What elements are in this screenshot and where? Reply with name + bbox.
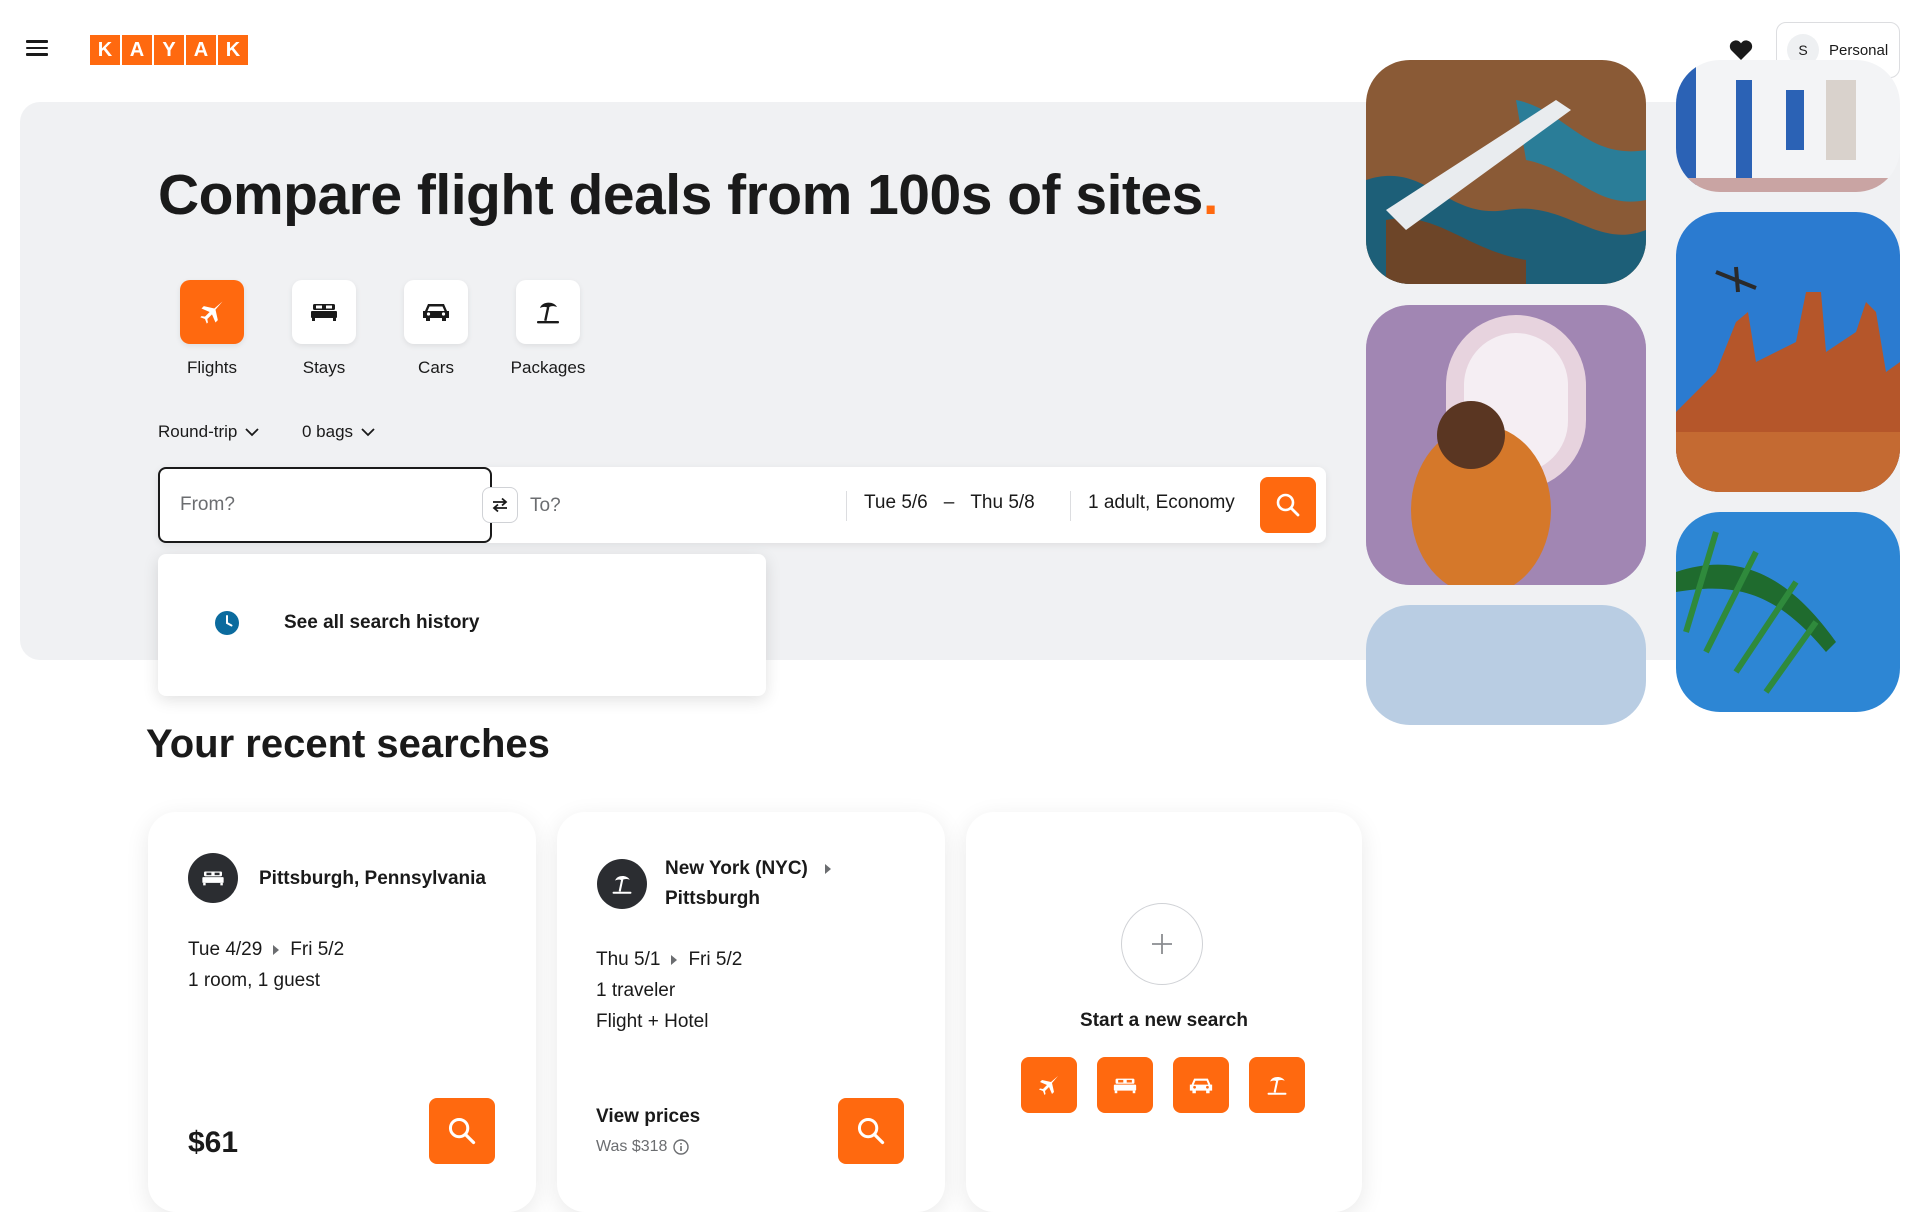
kayak-logo[interactable]: K A Y A K [90, 35, 248, 65]
new-car-search-button[interactable] [1173, 1057, 1229, 1113]
new-stay-search-button[interactable] [1097, 1057, 1153, 1113]
origin-input[interactable] [158, 467, 492, 543]
blue-houses-photo [1676, 60, 1900, 192]
card-title: New York (NYC) Pittsburgh [665, 854, 832, 914]
destination-input[interactable] [528, 470, 832, 542]
search-button[interactable] [1260, 477, 1316, 533]
page-title: Compare flight deals from 100s of sites. [158, 162, 1219, 228]
beach-umbrella-icon [1267, 1076, 1287, 1095]
tab-cars[interactable]: Cars [388, 280, 484, 378]
search-icon [1276, 493, 1300, 517]
search-icon [857, 1117, 885, 1145]
origin-city: New York (NYC) [665, 858, 808, 879]
search-history-link[interactable]: See all search history [214, 610, 479, 636]
new-search-label: Start a new search [1080, 1010, 1248, 1031]
card-detail: Flight + Hotel [596, 1011, 709, 1032]
logo-letter: Y [154, 35, 184, 65]
depart-date: Tue 5/6 [864, 492, 928, 513]
title-text: Compare flight deals from 100s of sites [158, 163, 1203, 227]
card-search-button[interactable] [838, 1098, 904, 1164]
trip-type-label: Round-trip [158, 422, 238, 441]
beach-umbrella-icon [516, 280, 580, 344]
tab-packages[interactable]: Packages [500, 280, 596, 378]
was-price: Was $318 [596, 1138, 690, 1156]
new-package-search-button[interactable] [1249, 1057, 1305, 1113]
history-label: See all search history [284, 612, 480, 633]
card-dates: Tue 4/29 Fri 5/2 [188, 935, 344, 965]
destination-city: Pittsburgh [665, 888, 760, 909]
card-title: Pittsburgh, Pennsylvania [259, 868, 486, 889]
airplane-window-photo [1366, 305, 1646, 585]
date-separator: – [943, 492, 955, 513]
search-icon [448, 1117, 476, 1145]
travelers-selector[interactable]: 1 adult, Economy [1088, 492, 1235, 514]
new-flight-search-button[interactable] [1021, 1057, 1077, 1113]
palm-leaf-photo [1676, 512, 1900, 712]
card-price: $61 [188, 1126, 239, 1159]
caret-right-icon [671, 955, 678, 965]
tab-stays[interactable]: Stays [276, 280, 372, 378]
return-date: Thu 5/8 [970, 492, 1035, 513]
divider [1070, 491, 1071, 521]
tab-label: Cars [418, 358, 454, 377]
bags-label: 0 bags [302, 422, 354, 441]
caret-right-icon [273, 945, 280, 955]
tab-label: Stays [302, 358, 346, 377]
tab-label: Flights [186, 358, 238, 377]
info-icon[interactable] [673, 1139, 690, 1155]
chevron-down-icon [245, 427, 260, 436]
tab-label: Packages [510, 358, 586, 377]
sky-photo [1366, 605, 1646, 725]
logo-letter: A [122, 35, 152, 65]
aerial-river-photo [1366, 60, 1646, 284]
date-from: Tue 4/29 [188, 939, 263, 960]
clock-icon [215, 611, 239, 635]
date-to: Fri 5/2 [688, 949, 743, 970]
car-icon [1189, 1078, 1213, 1093]
title-accent-dot: . [1202, 163, 1219, 227]
plus-icon[interactable] [1121, 903, 1203, 985]
date-from: Thu 5/1 [596, 949, 661, 970]
tab-flights[interactable]: Flights [164, 280, 260, 378]
plane-icon [180, 280, 244, 344]
bags-dropdown[interactable]: 0 bags [302, 422, 375, 442]
chevron-down-icon [361, 427, 375, 436]
view-prices-label: View prices [596, 1106, 701, 1127]
logo-letter: A [186, 35, 216, 65]
logo-letter: K [218, 35, 248, 65]
plane-icon [1039, 1076, 1058, 1095]
beach-umbrella-icon [597, 859, 647, 909]
swap-icon[interactable] [482, 487, 518, 523]
card-detail: 1 traveler [596, 980, 676, 1001]
section-title: Your recent searches [146, 722, 550, 766]
date-to: Fri 5/2 [290, 939, 345, 960]
bed-icon [292, 280, 356, 344]
date-picker[interactable]: Tue 5/6 – Thu 5/8 [864, 492, 1035, 514]
bed-icon [188, 853, 238, 903]
logo-letter: K [90, 35, 120, 65]
card-detail: 1 room, 1 guest [188, 970, 321, 991]
desert-rocks-photo [1676, 212, 1900, 492]
was-price-text: Was $318 [596, 1138, 668, 1155]
card-search-button[interactable] [429, 1098, 495, 1164]
car-icon [404, 280, 468, 344]
card-dates: Thu 5/1 Fri 5/2 [596, 945, 742, 975]
account-label: Personal [1829, 41, 1889, 59]
menu-icon[interactable] [26, 36, 56, 64]
trip-type-dropdown[interactable]: Round-trip [158, 422, 260, 442]
bed-icon [1113, 1078, 1137, 1093]
caret-right-icon [824, 864, 831, 874]
divider [846, 491, 847, 521]
